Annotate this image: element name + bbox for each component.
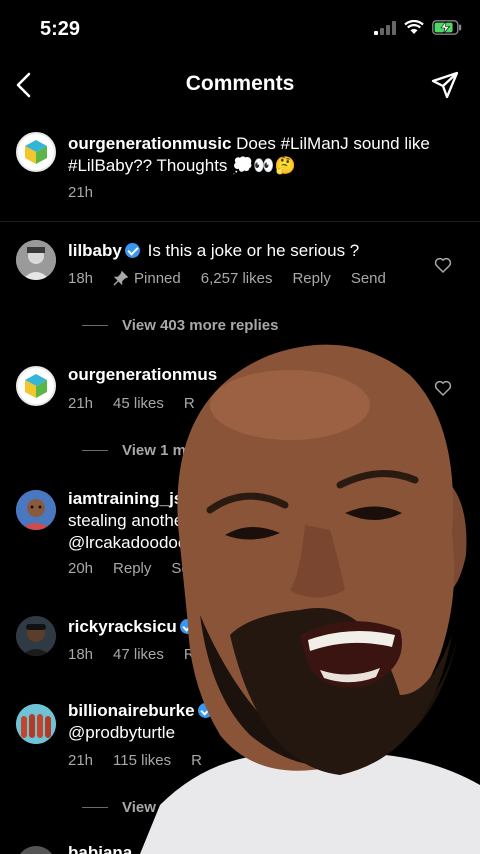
view-replies-text: View 1 mo xyxy=(122,442,196,459)
divider-line xyxy=(82,325,108,326)
avatar[interactable] xyxy=(16,366,56,406)
wifi-icon xyxy=(404,20,424,34)
ourgenerationmusic-logo-icon xyxy=(25,374,47,398)
comment-username[interactable]: billionaireburke xyxy=(68,701,195,720)
view-replies-text: View 403 more replies xyxy=(122,317,279,334)
mention-link[interactable]: @lrcakadoodoo xyxy=(68,532,440,554)
comment-text: billionaireburke Yea @prodbyturtle xyxy=(68,700,440,744)
reply-button[interactable]: Reply xyxy=(292,270,330,287)
view-replies-button[interactable]: View 403 more replies xyxy=(82,317,278,334)
likes-count[interactable]: 6,257 likes xyxy=(201,270,273,287)
comment-body: stealing another xyxy=(68,511,189,530)
status-icons xyxy=(374,20,462,35)
comment-text: babiana xyxy=(68,842,440,854)
comment-username[interactable]: iamtraining_js xyxy=(68,489,183,508)
reply-button[interactable]: R xyxy=(191,752,202,769)
status-bar: 5:29 xyxy=(0,0,480,56)
comment-text: iamtraining_js stealing another @lrcakad… xyxy=(68,488,440,554)
reply-button[interactable]: R xyxy=(184,395,195,412)
comment-text: rickyracksicu @ xyxy=(68,616,440,638)
page-title: Comments xyxy=(185,72,295,95)
comment-meta: 21h 115 likes R xyxy=(68,752,202,769)
caption-username[interactable]: ourgenerationmusic xyxy=(68,134,231,153)
pinned-label: Pinned xyxy=(113,270,181,287)
comment-text: ourgenerationmus xyxy=(68,364,440,386)
comment-username[interactable]: ourgenerationmus xyxy=(68,365,217,384)
status-time: 5:29 xyxy=(40,18,81,40)
avatar[interactable] xyxy=(16,846,56,854)
user-photo-icon xyxy=(16,240,56,280)
verified-badge-icon xyxy=(197,703,213,718)
comment-body: Yea xyxy=(220,701,249,720)
comment-username[interactable]: rickyracksicu xyxy=(68,617,177,636)
send-button[interactable]: Send xyxy=(351,270,386,287)
comment-username[interactable]: babiana xyxy=(68,843,132,854)
view-replies-button[interactable]: View 1 mo xyxy=(82,442,195,459)
avatar[interactable] xyxy=(16,704,56,744)
verified-badge-icon xyxy=(179,619,195,634)
like-heart-icon[interactable] xyxy=(434,379,452,397)
pin-icon xyxy=(113,271,129,286)
user-photo-icon xyxy=(16,616,56,656)
reply-button[interactable]: Reply xyxy=(184,646,222,663)
comment-time: 20h xyxy=(68,560,94,577)
pinned-text: Pinned xyxy=(134,270,181,287)
send-direct-icon[interactable] xyxy=(430,70,460,100)
comments-header: Comments xyxy=(0,60,480,110)
avatar[interactable] xyxy=(16,240,56,280)
likes-count[interactable]: 45 likes xyxy=(113,395,164,412)
view-replies-button[interactable]: View 1 xyxy=(82,799,168,816)
caption-text: ourgenerationmusic Does #LilManJ sound l… xyxy=(68,133,440,177)
comment-body: Is this a joke or he serious ? xyxy=(147,241,360,260)
comment-item: babiana xyxy=(0,842,480,854)
avatar[interactable] xyxy=(16,490,56,530)
comment-meta: 18h 47 likes Reply xyxy=(68,646,222,663)
divider-line xyxy=(82,450,108,451)
avatar[interactable] xyxy=(16,132,56,172)
caption-meta: 21h xyxy=(68,184,93,201)
cellular-signal-icon xyxy=(374,20,396,35)
user-photo-icon xyxy=(16,490,56,530)
comment-time: 21h xyxy=(68,752,94,769)
post-caption: ourgenerationmusic Does #LilManJ sound l… xyxy=(0,118,480,222)
send-button[interactable]: Se xyxy=(171,560,189,577)
user-photo-icon xyxy=(16,704,56,744)
view-replies-text: View 1 xyxy=(122,799,169,816)
caption-time: 21h xyxy=(68,184,94,201)
comment-item: iamtraining_js stealing another @lrcakad… xyxy=(0,484,480,594)
comment-time: 18h xyxy=(68,646,94,663)
avatar[interactable] xyxy=(16,616,56,656)
comment-meta: 20h Reply Se xyxy=(68,560,190,577)
verified-badge-icon xyxy=(124,243,140,258)
comment-item: billionaireburke Yea @prodbyturtle 21h 1… xyxy=(0,698,480,828)
likes-count[interactable]: 115 likes xyxy=(113,752,171,769)
comment-body: @ xyxy=(202,617,220,636)
comment-item: ourgenerationmus 21h 45 likes R View 1 m… xyxy=(0,358,480,468)
divider-line xyxy=(82,807,108,808)
comment-meta: 18h Pinned 6,257 likes Reply Send xyxy=(68,270,386,287)
mention-link[interactable]: @prodbyturtle xyxy=(68,722,440,744)
comment-meta: 21h 45 likes R xyxy=(68,395,195,412)
battery-charging-icon xyxy=(432,20,462,35)
ourgenerationmusic-logo-icon xyxy=(25,140,47,164)
comment-item: lilbaby Is this a joke or he serious ? 1… xyxy=(0,232,480,342)
comment-text: lilbaby Is this a joke or he serious ? xyxy=(68,240,440,262)
comment-time: 21h xyxy=(68,395,94,412)
comment-item: rickyracksicu @ 18h 47 likes Reply xyxy=(0,612,480,682)
comment-time: 18h xyxy=(68,270,94,287)
reply-button[interactable]: Reply xyxy=(113,560,151,577)
like-heart-icon[interactable] xyxy=(434,256,452,274)
likes-count[interactable]: 47 likes xyxy=(113,646,164,663)
comment-username[interactable]: lilbaby xyxy=(68,241,122,260)
